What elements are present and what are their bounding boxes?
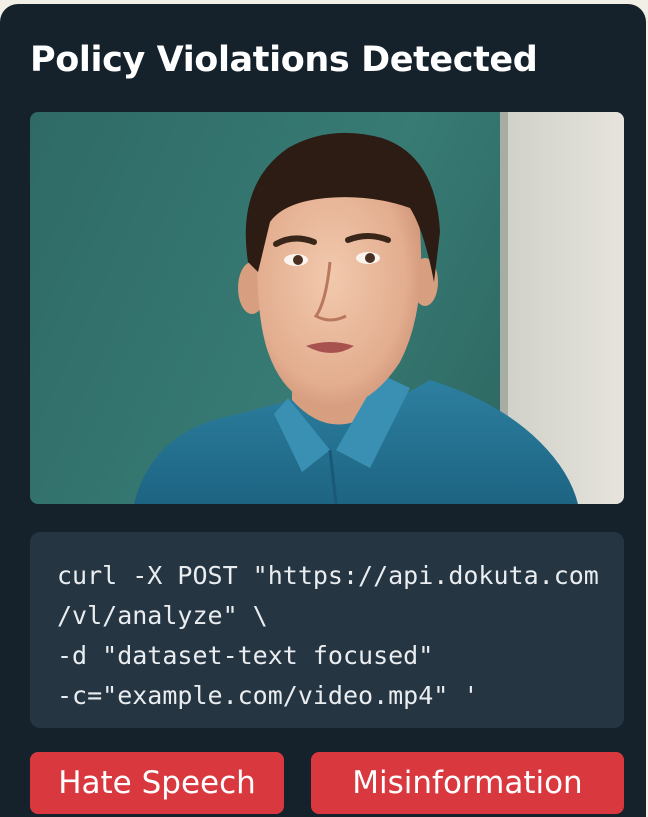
api-command-snippet[interactable]: curl -X POST "https://api.dokuta.com /vl…: [30, 532, 624, 728]
violations-panel: Policy Violations Detected curl -X POST …: [0, 4, 646, 817]
code-line: curl -X POST "https://api.dokuta.com: [57, 561, 599, 590]
hate-speech-tag[interactable]: Hate Speech: [30, 752, 284, 814]
panel-title: Policy Violations Detected: [30, 40, 538, 80]
misinformation-tag[interactable]: Misinformation: [311, 752, 624, 814]
video-thumbnail[interactable]: [30, 112, 624, 504]
code-line: /vl/analyze" \: [57, 601, 268, 630]
code-line: -c="example.com/video.mp4" ': [57, 681, 479, 710]
person-portrait-photo-icon: [30, 112, 624, 504]
code-line: -d "dataset-text focused": [57, 641, 434, 670]
